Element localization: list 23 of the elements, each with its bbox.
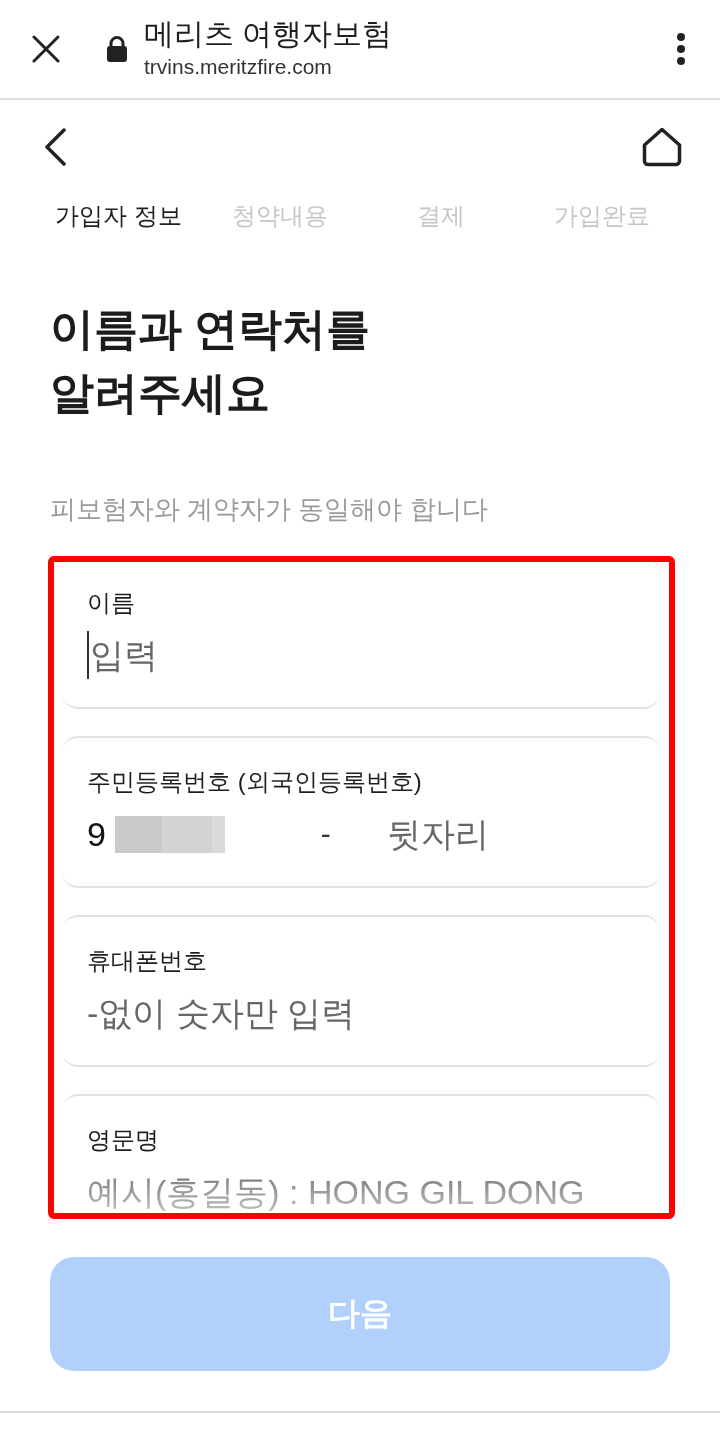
back-icon[interactable] <box>44 128 66 166</box>
more-menu-icon[interactable] <box>676 33 686 65</box>
field-label: 주민등록번호 (외국인등록번호) <box>87 767 422 797</box>
instruction-text: 피보험자와 계약자가 동일해야 합니다 <box>50 493 489 526</box>
lock-icon <box>106 36 128 62</box>
id-back-input[interactable]: 뒷자리 <box>386 812 638 856</box>
step-label: 결제 <box>416 201 465 231</box>
field-label: 이름 <box>87 588 135 618</box>
text-input[interactable]: -없이 숫자만 입력 <box>87 991 638 1035</box>
page-heading: 이름과 연락처를 알려주세요 <box>50 303 372 419</box>
close-icon[interactable] <box>32 35 60 63</box>
text-input[interactable]: 예시(홍길동) : HONG GIL DONG <box>87 1170 638 1213</box>
page-title: 메리츠 여행자보험 <box>144 16 394 52</box>
field-label: 휴대폰번호 <box>87 946 207 976</box>
separator-text: - <box>320 816 331 852</box>
step-label: 가입완료 <box>553 201 650 231</box>
id-front-input[interactable]: 9 <box>87 812 109 856</box>
field-label: 영문명 <box>87 1125 159 1155</box>
page-url: trvins.meritzfire.com <box>144 54 333 80</box>
home-icon[interactable] <box>642 127 682 167</box>
step-label: 가입자 정보 <box>55 201 182 231</box>
step-label: 청약내용 <box>231 201 328 231</box>
text-input[interactable]: 입력 <box>90 633 638 677</box>
